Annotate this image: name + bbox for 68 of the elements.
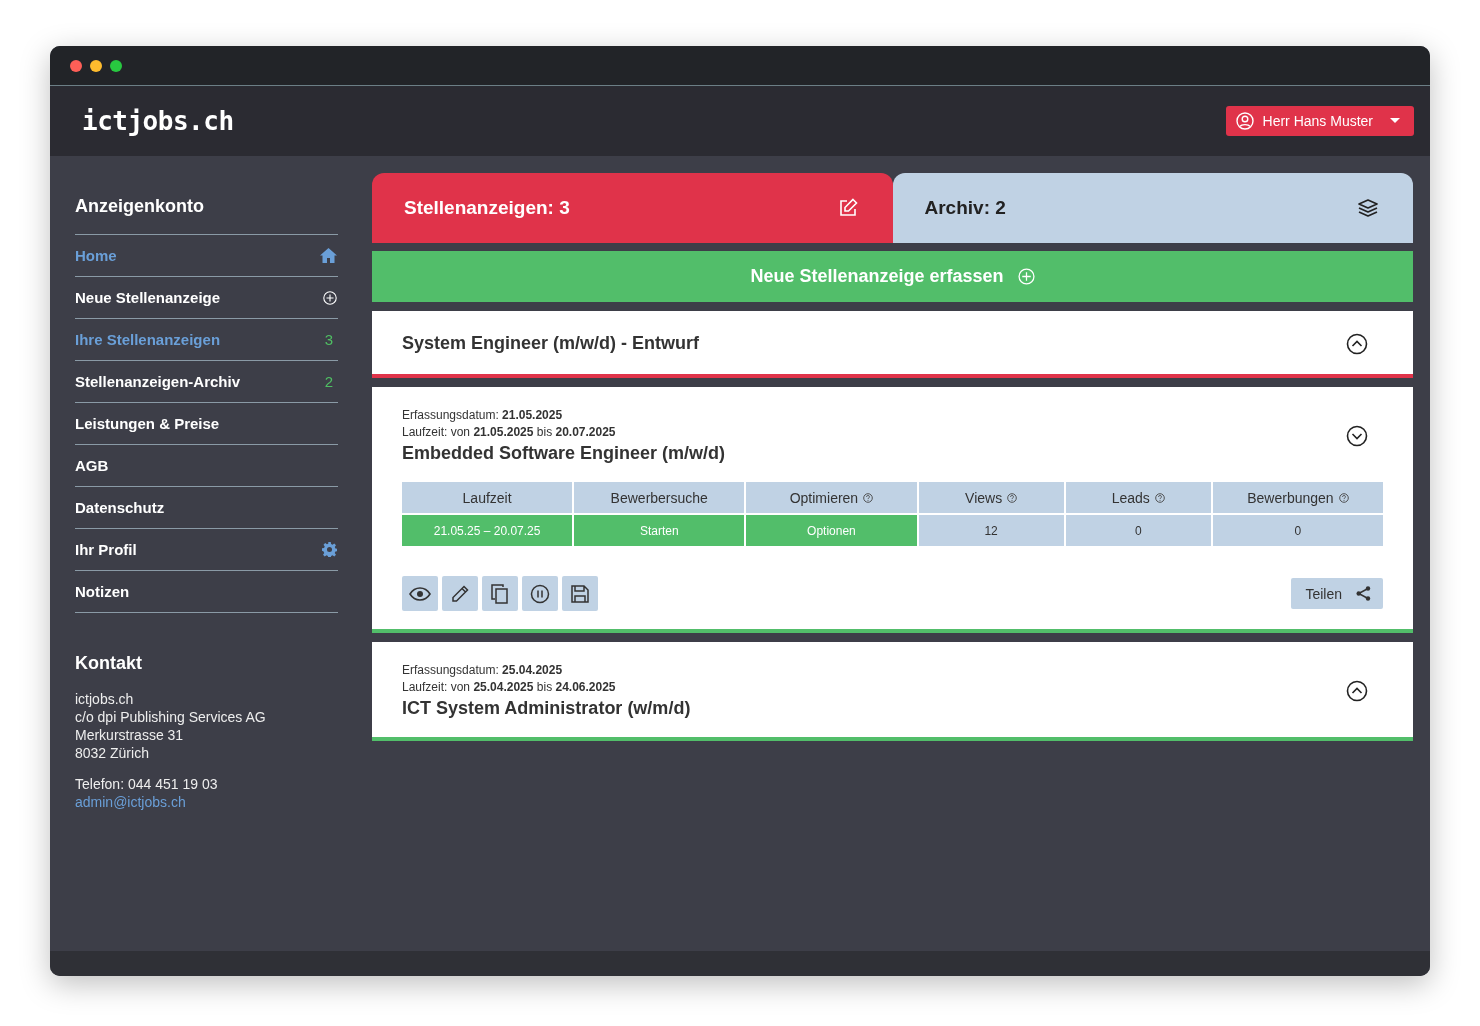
user-menu-button[interactable]: Herr Hans Muster (1225, 106, 1414, 136)
count-label: 3 (324, 331, 333, 348)
help-icon[interactable] (1338, 492, 1349, 503)
table-header: Leads (1065, 482, 1211, 513)
sidebar-title: Anzeigenkonto (75, 195, 205, 218)
table-header: Views (918, 482, 1064, 513)
table-header: Laufzeit (402, 482, 573, 513)
help-icon[interactable] (1154, 492, 1165, 503)
share-icon (1356, 586, 1371, 601)
sidebar-item[interactable]: AGB (75, 445, 338, 487)
chevron-down-icon[interactable] (1346, 424, 1368, 447)
layers-icon (1358, 199, 1378, 217)
sidebar-item[interactable]: Neue Stellenanzeige (75, 277, 338, 319)
copy-icon (491, 583, 509, 604)
chevron-up-icon[interactable] (1346, 679, 1368, 702)
sidebar-item[interactable]: Home (75, 235, 338, 277)
sidebar-item[interactable]: Stellenanzeigen-Archiv 2 (75, 361, 338, 403)
address-line: c/o dpi Publishing Services AG (75, 708, 267, 726)
sidebar-item[interactable]: Leistungen & Preise (75, 403, 338, 445)
contact-title: Kontakt (75, 653, 143, 674)
count-label: 2 (324, 373, 333, 390)
eye-icon (409, 586, 431, 601)
created-date: Erfassungsdatum: 25.04.2025 (402, 662, 564, 679)
created-date: Erfassungsdatum: 21.05.2025 (402, 407, 564, 424)
phone-number: Telefon: 044 451 19 03 (75, 775, 219, 793)
settings-icon (322, 542, 337, 557)
sidebar-item[interactable]: Ihr Profil (75, 529, 338, 571)
tab[interactable]: Archiv: 2 (892, 173, 1413, 243)
email-link[interactable]: admin@ictjobs.ch (75, 793, 186, 811)
add-icon (323, 290, 337, 305)
minimize-dot-icon[interactable] (90, 59, 102, 72)
user-icon (1235, 112, 1254, 130)
pause-icon (530, 583, 550, 604)
copy-button[interactable] (482, 576, 518, 611)
sidebar-item[interactable]: Datenschutz (75, 487, 338, 529)
preview-button[interactable] (402, 576, 438, 611)
job-title: Embedded Software Engineer (m/w/d) (402, 443, 726, 464)
address-line: ictjobs.ch (75, 690, 135, 708)
help-icon[interactable] (1007, 492, 1018, 503)
pencil-icon (451, 584, 469, 603)
table-header: Bewerbersuche (574, 482, 745, 513)
site-logo[interactable]: ictjobs.ch (82, 106, 234, 136)
job-title: System Engineer (m/w/d) - Entwurf (402, 333, 700, 354)
address-line: Merkurstrasse 31 (75, 726, 185, 744)
help-icon[interactable] (863, 492, 874, 503)
zoom-dot-icon[interactable] (110, 59, 122, 72)
table-cell: 12 (918, 515, 1064, 546)
runtime-dates: Laufzeit: von 25.04.2025 bis 24.06.2025 (402, 679, 617, 696)
address-line: 8032 Zürich (75, 744, 150, 762)
caret-icon (1390, 118, 1400, 124)
table-header: Optimieren (746, 482, 917, 513)
edit-icon (837, 198, 858, 218)
save-button[interactable] (562, 576, 598, 611)
chevron-up-icon[interactable] (1346, 332, 1368, 355)
close-dot-icon[interactable] (70, 59, 82, 72)
edit-button[interactable] (442, 576, 478, 611)
runtime-dates: Laufzeit: von 21.05.2025 bis 20.07.2025 (402, 424, 617, 441)
table-header: Bewerbungen (1212, 482, 1384, 513)
table-cell: 0 (1065, 515, 1211, 546)
job-title: ICT System Administrator (w/m/d) (402, 698, 691, 719)
share-button[interactable]: Teilen (1291, 578, 1383, 609)
pause-button[interactable] (522, 576, 558, 611)
sidebar-item[interactable]: Notizen (75, 571, 338, 613)
table-cell: 0 (1212, 515, 1384, 546)
tab[interactable]: Stellenanzeigen: 3 (372, 173, 893, 243)
home-icon (320, 248, 337, 263)
sidebar-item[interactable]: Ihre Stellenanzeigen 3 (75, 319, 338, 361)
add-icon (1017, 268, 1035, 285)
